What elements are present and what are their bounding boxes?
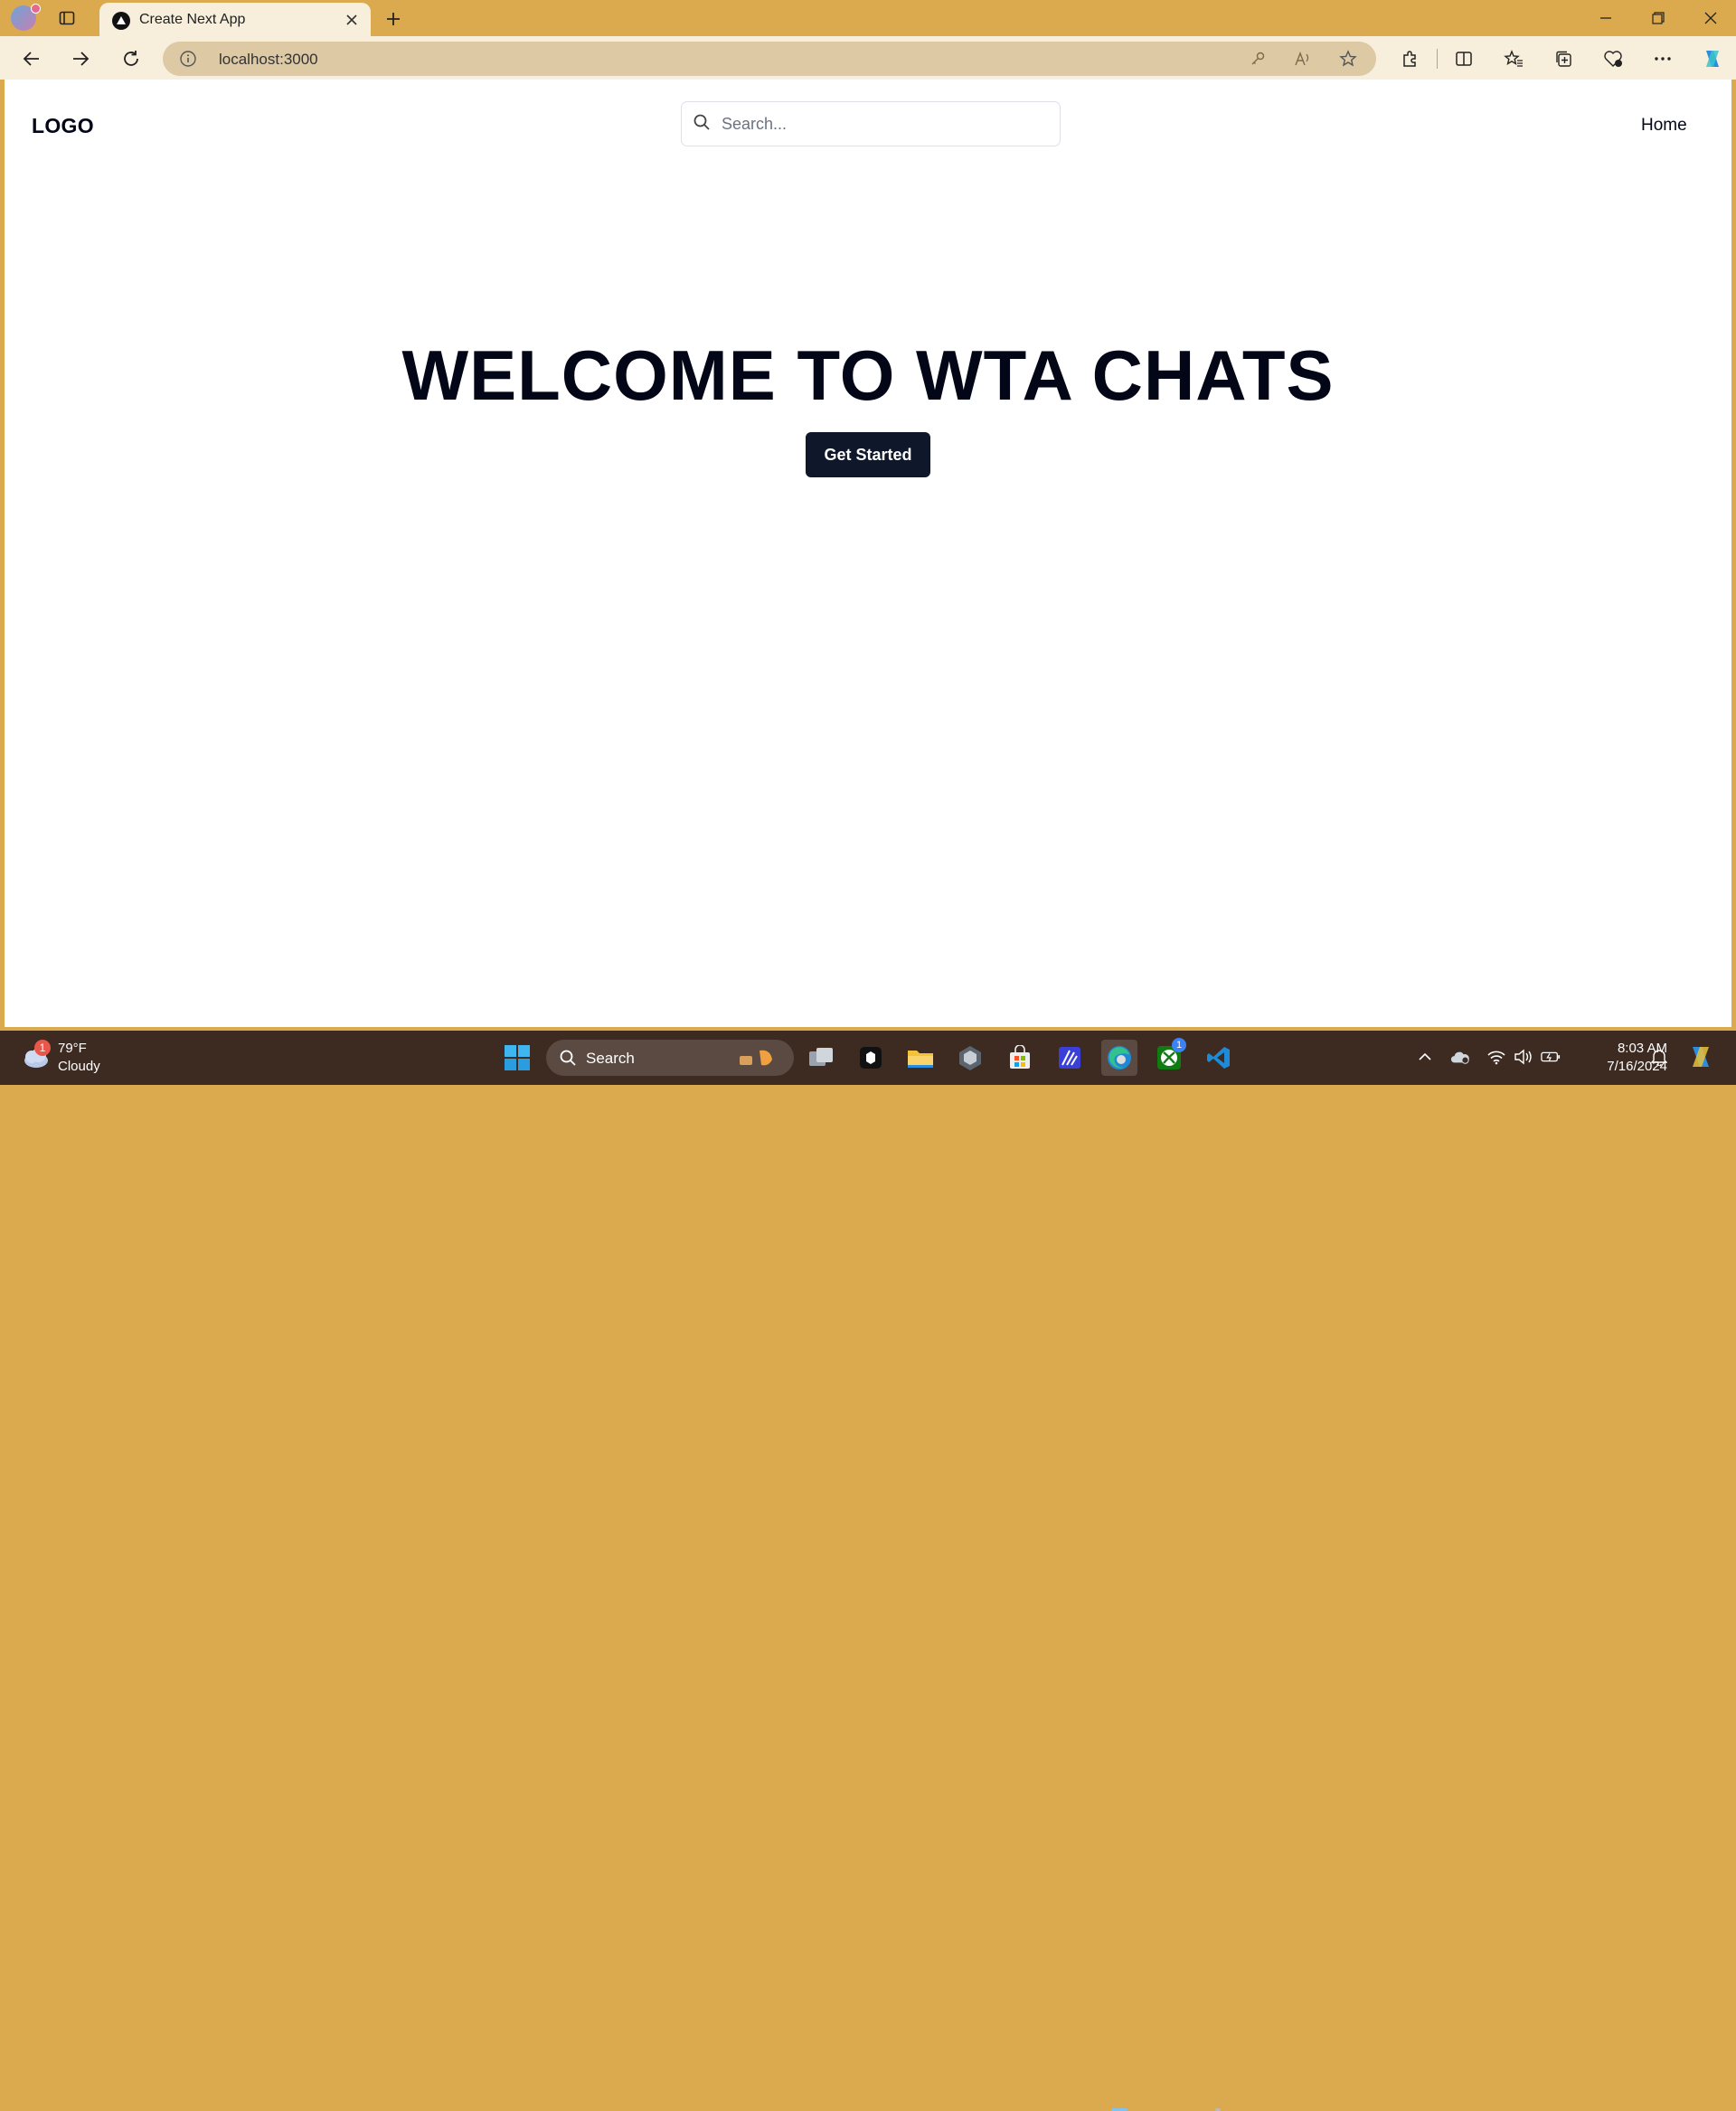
restore-button[interactable]	[1633, 0, 1684, 36]
refresh-icon[interactable]	[116, 43, 146, 74]
xbox-notification-badge: 1	[1172, 1038, 1186, 1052]
url-text[interactable]: localhost:3000	[219, 51, 318, 69]
page-viewport: LOGO Home WELCOME TO WTA CHATS Get Start…	[5, 80, 1731, 1027]
browser-essentials-icon[interactable]	[1598, 43, 1628, 74]
more-options-icon[interactable]	[1647, 43, 1678, 74]
windows-taskbar: 1 79°F Cloudy Search 1 8:03 AM 7/16/2024	[0, 1031, 1736, 2111]
extensions-icon[interactable]	[1394, 43, 1425, 74]
read-aloud-icon[interactable]	[1293, 49, 1313, 69]
file-explorer-icon[interactable]	[902, 1040, 939, 1076]
close-tab-icon[interactable]	[342, 10, 362, 30]
new-tab-button[interactable]	[380, 5, 407, 33]
key-icon[interactable]	[1248, 49, 1268, 69]
copilot-icon[interactable]	[1697, 43, 1728, 74]
copilot-taskbar-icon[interactable]	[1687, 1043, 1714, 1070]
forward-arrow-icon[interactable]	[65, 43, 96, 74]
profile-notification-dot	[31, 4, 41, 14]
search-icon	[560, 1050, 576, 1066]
search-input[interactable]	[720, 102, 1049, 146]
search-box[interactable]	[681, 101, 1061, 146]
volume-icon[interactable]	[1514, 1047, 1533, 1067]
nextjs-favicon-icon	[112, 12, 130, 30]
onedrive-cloud-icon[interactable]	[1450, 1047, 1470, 1067]
split-screen-icon[interactable]	[1448, 43, 1479, 74]
tab-actions-icon[interactable]	[56, 7, 78, 29]
windows-start-icon[interactable]	[499, 1040, 535, 1076]
dev-app-icon[interactable]	[853, 1040, 889, 1076]
search-icon	[693, 113, 711, 131]
vscode-icon[interactable]	[1201, 1040, 1237, 1076]
weather-temperature[interactable]: 79°F	[58, 1041, 87, 1056]
back-arrow-icon[interactable]	[16, 43, 47, 74]
taskbar-search[interactable]: Search	[546, 1040, 794, 1076]
hexagon-app-icon[interactable]	[952, 1040, 988, 1076]
site-info-icon[interactable]	[179, 50, 197, 68]
search-highlight-icon	[740, 1050, 772, 1066]
close-window-button[interactable]	[1685, 0, 1736, 36]
favorites-icon[interactable]	[1498, 43, 1529, 74]
weather-condition[interactable]: Cloudy	[58, 1059, 100, 1074]
collections-icon[interactable]	[1548, 43, 1579, 74]
favorite-star-icon[interactable]	[1338, 49, 1358, 69]
address-bar[interactable]: localhost:3000	[163, 42, 1376, 76]
tab-active[interactable]: Create Next App	[99, 3, 371, 36]
browser-toolbar: localhost:3000	[0, 36, 1736, 80]
microsoft-store-icon[interactable]	[1002, 1040, 1038, 1076]
chevron-up-icon[interactable]	[1415, 1047, 1435, 1067]
edge-browser-icon[interactable]	[1101, 1040, 1137, 1076]
minimize-button[interactable]	[1580, 0, 1631, 36]
battery-icon[interactable]	[1541, 1047, 1561, 1067]
nav-home-link[interactable]: Home	[1641, 116, 1687, 136]
powerapp-icon[interactable]	[1052, 1040, 1088, 1076]
wifi-icon[interactable]	[1486, 1047, 1506, 1067]
tab-title: Create Next App	[139, 12, 246, 27]
get-started-button[interactable]: Get Started	[806, 432, 930, 477]
weather-alert-badge: 1	[34, 1040, 51, 1056]
site-logo[interactable]: LOGO	[32, 114, 94, 138]
task-view-icon[interactable]	[803, 1040, 839, 1076]
notification-bell-icon[interactable]	[1649, 1047, 1669, 1067]
toolbar-divider	[1437, 49, 1438, 69]
taskbar-search-label: Search	[586, 1050, 635, 1067]
hero-title: WELCOME TO WTA CHATS	[401, 335, 1335, 415]
browser-titlebar: Create Next App	[0, 0, 1736, 36]
